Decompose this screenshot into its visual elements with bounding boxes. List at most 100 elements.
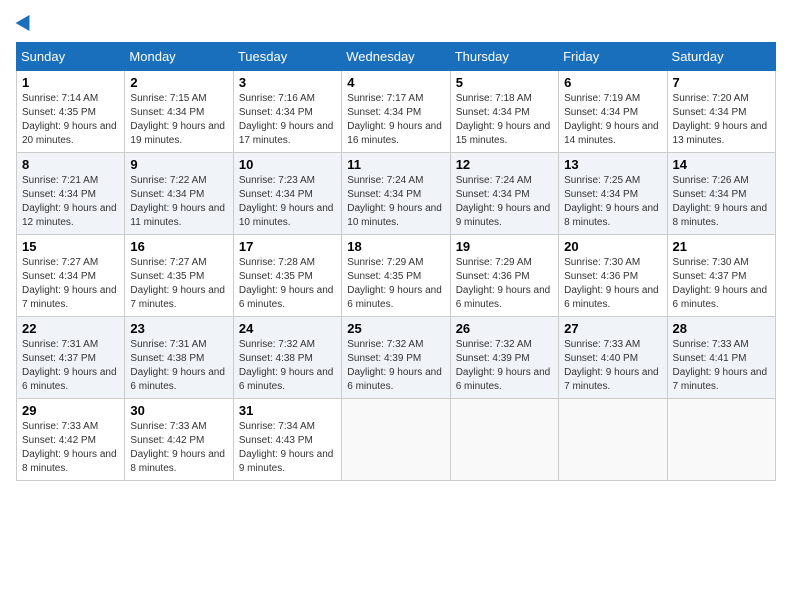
day-number: 13 <box>564 157 661 172</box>
day-info: Sunrise: 7:20 AM Sunset: 4:34 PM Dayligh… <box>673 92 770 148</box>
calendar-cell: 18 Sunrise: 7:29 AM Sunset: 4:35 PM Dayli… <box>342 235 450 317</box>
day-number: 4 <box>347 75 444 90</box>
calendar-cell: 10 Sunrise: 7:23 AM Sunset: 4:34 PM Dayli… <box>233 153 341 235</box>
calendar-cell: 23 Sunrise: 7:31 AM Sunset: 4:38 PM Dayli… <box>125 317 233 399</box>
day-number: 15 <box>22 239 119 254</box>
weekday-header-friday: Friday <box>559 43 667 71</box>
day-info: Sunrise: 7:27 AM Sunset: 4:35 PM Dayligh… <box>130 256 227 312</box>
weekday-header-saturday: Saturday <box>667 43 775 71</box>
day-info: Sunrise: 7:27 AM Sunset: 4:34 PM Dayligh… <box>22 256 119 312</box>
day-info: Sunrise: 7:32 AM Sunset: 4:39 PM Dayligh… <box>456 338 553 394</box>
day-number: 19 <box>456 239 553 254</box>
day-number: 27 <box>564 321 661 336</box>
day-info: Sunrise: 7:18 AM Sunset: 4:34 PM Dayligh… <box>456 92 553 148</box>
calendar-table: SundayMondayTuesdayWednesdayThursdayFrid… <box>16 42 776 481</box>
weekday-header-wednesday: Wednesday <box>342 43 450 71</box>
day-info: Sunrise: 7:24 AM Sunset: 4:34 PM Dayligh… <box>347 174 444 230</box>
calendar-cell: 22Sunrise: 7:31 AM Sunset: 4:37 PM Dayli… <box>17 317 125 399</box>
calendar-cell: 9 Sunrise: 7:22 AM Sunset: 4:34 PM Daylig… <box>125 153 233 235</box>
calendar-cell: 8Sunrise: 7:21 AM Sunset: 4:34 PM Daylig… <box>17 153 125 235</box>
calendar-cell: 29 Sunrise: 7:33 AM Sunset: 4:42 PM Dayli… <box>17 399 125 481</box>
day-info: Sunrise: 7:33 AM Sunset: 4:42 PM Dayligh… <box>130 420 227 476</box>
day-info: Sunrise: 7:23 AM Sunset: 4:34 PM Dayligh… <box>239 174 336 230</box>
calendar-cell: 27Sunrise: 7:33 AM Sunset: 4:40 PM Dayli… <box>559 317 667 399</box>
day-number: 5 <box>456 75 553 90</box>
day-number: 2 <box>130 75 227 90</box>
calendar-cell: 6 Sunrise: 7:19 AM Sunset: 4:34 PM Daylig… <box>559 71 667 153</box>
logo-triangle-icon <box>16 11 37 31</box>
day-number: 1 <box>22 75 119 90</box>
day-number: 26 <box>456 321 553 336</box>
day-number: 24 <box>239 321 336 336</box>
day-info: Sunrise: 7:15 AM Sunset: 4:34 PM Dayligh… <box>130 92 227 148</box>
day-info: Sunrise: 7:30 AM Sunset: 4:36 PM Dayligh… <box>564 256 661 312</box>
day-info: Sunrise: 7:14 AM Sunset: 4:35 PM Dayligh… <box>22 92 119 148</box>
logo <box>16 16 34 30</box>
calendar-cell: 31 Sunrise: 7:34 AM Sunset: 4:43 PM Dayli… <box>233 399 341 481</box>
day-number: 16 <box>130 239 227 254</box>
calendar-cell: 24 Sunrise: 7:32 AM Sunset: 4:38 PM Dayli… <box>233 317 341 399</box>
day-number: 28 <box>673 321 770 336</box>
day-info: Sunrise: 7:21 AM Sunset: 4:34 PM Dayligh… <box>22 174 119 230</box>
day-info: Sunrise: 7:33 AM Sunset: 4:42 PM Dayligh… <box>22 420 119 476</box>
calendar-cell: 7 Sunrise: 7:20 AM Sunset: 4:34 PM Daylig… <box>667 71 775 153</box>
weekday-header-thursday: Thursday <box>450 43 558 71</box>
day-info: Sunrise: 7:19 AM Sunset: 4:34 PM Dayligh… <box>564 92 661 148</box>
day-number: 25 <box>347 321 444 336</box>
day-number: 30 <box>130 403 227 418</box>
calendar-cell: 11 Sunrise: 7:24 AM Sunset: 4:34 PM Dayli… <box>342 153 450 235</box>
day-number: 3 <box>239 75 336 90</box>
calendar-cell: 16 Sunrise: 7:27 AM Sunset: 4:35 PM Dayli… <box>125 235 233 317</box>
day-number: 21 <box>673 239 770 254</box>
weekday-header-monday: Monday <box>125 43 233 71</box>
calendar-cell: 1 Sunrise: 7:14 AM Sunset: 4:35 PM Daylig… <box>17 71 125 153</box>
day-info: Sunrise: 7:29 AM Sunset: 4:36 PM Dayligh… <box>456 256 553 312</box>
day-number: 10 <box>239 157 336 172</box>
day-number: 31 <box>239 403 336 418</box>
calendar-cell: 3 Sunrise: 7:16 AM Sunset: 4:34 PM Daylig… <box>233 71 341 153</box>
day-number: 23 <box>130 321 227 336</box>
calendar-cell: 2 Sunrise: 7:15 AM Sunset: 4:34 PM Daylig… <box>125 71 233 153</box>
calendar-cell: 15 Sunrise: 7:27 AM Sunset: 4:34 PM Dayli… <box>17 235 125 317</box>
calendar-cell: 4 Sunrise: 7:17 AM Sunset: 4:34 PM Daylig… <box>342 71 450 153</box>
page-header <box>16 16 776 30</box>
calendar-cell: 17 Sunrise: 7:28 AM Sunset: 4:35 PM Dayli… <box>233 235 341 317</box>
day-number: 17 <box>239 239 336 254</box>
day-number: 9 <box>130 157 227 172</box>
weekday-header-tuesday: Tuesday <box>233 43 341 71</box>
calendar-cell <box>450 399 558 481</box>
calendar-cell: 21 Sunrise: 7:30 AM Sunset: 4:37 PM Dayli… <box>667 235 775 317</box>
day-number: 29 <box>22 403 119 418</box>
calendar-cell <box>667 399 775 481</box>
day-number: 7 <box>673 75 770 90</box>
weekday-header-sunday: Sunday <box>17 43 125 71</box>
day-info: Sunrise: 7:34 AM Sunset: 4:43 PM Dayligh… <box>239 420 336 476</box>
day-number: 14 <box>673 157 770 172</box>
calendar-cell <box>342 399 450 481</box>
day-number: 12 <box>456 157 553 172</box>
day-info: Sunrise: 7:25 AM Sunset: 4:34 PM Dayligh… <box>564 174 661 230</box>
day-info: Sunrise: 7:32 AM Sunset: 4:38 PM Dayligh… <box>239 338 336 394</box>
day-info: Sunrise: 7:32 AM Sunset: 4:39 PM Dayligh… <box>347 338 444 394</box>
calendar-cell: 12 Sunrise: 7:24 AM Sunset: 4:34 PM Dayli… <box>450 153 558 235</box>
day-info: Sunrise: 7:22 AM Sunset: 4:34 PM Dayligh… <box>130 174 227 230</box>
day-info: Sunrise: 7:31 AM Sunset: 4:38 PM Dayligh… <box>130 338 227 394</box>
day-number: 22 <box>22 321 119 336</box>
day-info: Sunrise: 7:17 AM Sunset: 4:34 PM Dayligh… <box>347 92 444 148</box>
day-info: Sunrise: 7:30 AM Sunset: 4:37 PM Dayligh… <box>673 256 770 312</box>
calendar-cell: 5 Sunrise: 7:18 AM Sunset: 4:34 PM Daylig… <box>450 71 558 153</box>
day-info: Sunrise: 7:28 AM Sunset: 4:35 PM Dayligh… <box>239 256 336 312</box>
day-info: Sunrise: 7:24 AM Sunset: 4:34 PM Dayligh… <box>456 174 553 230</box>
calendar-cell: 13 Sunrise: 7:25 AM Sunset: 4:34 PM Dayli… <box>559 153 667 235</box>
day-number: 11 <box>347 157 444 172</box>
calendar-cell <box>559 399 667 481</box>
day-info: Sunrise: 7:29 AM Sunset: 4:35 PM Dayligh… <box>347 256 444 312</box>
calendar-cell: 28Sunrise: 7:33 AM Sunset: 4:41 PM Dayli… <box>667 317 775 399</box>
calendar-cell: 19 Sunrise: 7:29 AM Sunset: 4:36 PM Dayli… <box>450 235 558 317</box>
day-number: 20 <box>564 239 661 254</box>
calendar-cell: 26 Sunrise: 7:32 AM Sunset: 4:39 PM Dayli… <box>450 317 558 399</box>
day-number: 18 <box>347 239 444 254</box>
day-number: 6 <box>564 75 661 90</box>
day-info: Sunrise: 7:16 AM Sunset: 4:34 PM Dayligh… <box>239 92 336 148</box>
calendar-cell: 30 Sunrise: 7:33 AM Sunset: 4:42 PM Dayli… <box>125 399 233 481</box>
